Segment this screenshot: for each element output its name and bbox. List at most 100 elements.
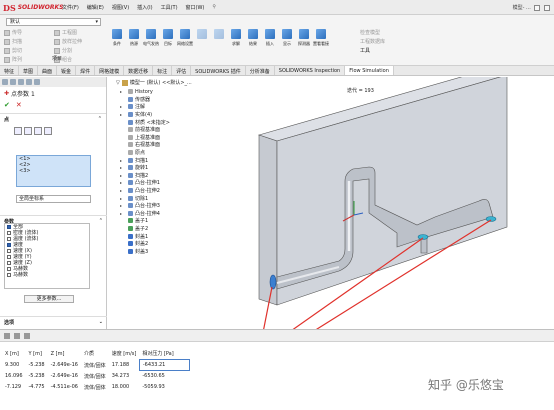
coordinate-system-field[interactable]: 全局坐标系 <box>16 195 91 203</box>
parameter-checkbox[interactable] <box>7 225 11 229</box>
results-button[interactable]: 结果 <box>246 29 260 46</box>
table-row[interactable]: -7.129 -4.775 -4.511e-06 流体/固体 18.000 -5059.9… <box>2 382 189 393</box>
tree-item[interactable]: 前视基准面 <box>120 126 236 134</box>
tab-6[interactable]: 数据迁移 <box>124 66 154 75</box>
column-header[interactable]: 介质 <box>81 348 109 360</box>
tree-item[interactable]: 封盖1 <box>120 232 236 240</box>
tree-item[interactable]: 原点 <box>120 149 236 157</box>
menu-view[interactable]: 视图(V) <box>110 3 131 12</box>
parameter-checkbox[interactable] <box>7 255 11 259</box>
table-row[interactable]: 9.300 -5.238 -2.649e-16 流体/固体 17.188 -6433.21 <box>2 359 190 371</box>
table-row[interactable]: 16.096 -5.238 -2.649e-16 流体/固体 34.273 -6530.6… <box>2 371 189 382</box>
tree-item[interactable]: ▸ 凸台-拉伸3 <box>120 202 236 210</box>
tab-0[interactable]: 特征 <box>0 66 20 75</box>
configuration-select[interactable]: 默认 ▾ <box>6 18 101 26</box>
project-menu[interactable]: 项目 <box>52 55 62 62</box>
menu-window[interactable]: 窗口(W) <box>184 3 207 12</box>
coordinate-tool-icon[interactable] <box>24 127 32 135</box>
parameter-item[interactable]: 马赫数 <box>5 272 89 278</box>
parameter-checkbox[interactable] <box>7 231 11 235</box>
tab-1[interactable]: 草图 <box>19 66 39 75</box>
search-icon[interactable] <box>534 4 541 11</box>
ribbon-item-5[interactable]: 分割 <box>54 47 104 54</box>
parameter-checkbox[interactable] <box>7 267 11 271</box>
export-icon[interactable] <box>4 333 10 339</box>
excel-icon[interactable] <box>24 333 30 339</box>
tree-item[interactable]: ▸ 注解 <box>120 103 236 111</box>
tab-3[interactable]: 钣金 <box>57 66 77 75</box>
feature-manager-icon[interactable] <box>2 79 8 85</box>
check-model-button[interactable]: 检查模型 <box>360 29 385 36</box>
display-button[interactable]: 显示 <box>280 29 294 46</box>
tree-item[interactable]: ▸ 凸台-拉伸1 <box>120 179 236 187</box>
mesh-settings-button[interactable]: 网络设置 <box>177 29 193 46</box>
parameter-checkbox[interactable] <box>7 243 11 247</box>
parameter-checkbox[interactable] <box>7 261 11 265</box>
tree-item[interactable]: 封盖3 <box>120 247 236 255</box>
parameter-checkbox[interactable] <box>7 273 11 277</box>
point-list[interactable]: <1> <2> <3> <box>16 155 91 187</box>
tree-item[interactable]: 盖子2 <box>120 225 236 233</box>
expand-arrow-icon[interactable]: ▸ <box>120 180 126 185</box>
electrical-heating-button[interactable]: 电气发热 <box>143 29 159 46</box>
tree-item[interactable]: 盖子1 <box>120 217 236 225</box>
heat-source-button[interactable]: 热源 <box>127 29 141 46</box>
menu-tools[interactable]: 工具(T) <box>159 3 180 12</box>
copy-icon[interactable] <box>14 333 20 339</box>
point-tool-icon[interactable] <box>14 127 22 135</box>
pin-icon[interactable]: ⚲ <box>210 3 218 12</box>
tab-8[interactable]: 评估 <box>172 66 192 75</box>
expand-arrow-icon[interactable]: ▸ <box>120 203 126 208</box>
pattern-tool-icon[interactable] <box>34 127 42 135</box>
ribbon-item-4[interactable]: 剪切 <box>4 47 54 54</box>
expand-arrow-icon[interactable]: ▸ <box>120 173 126 178</box>
menu-edit[interactable]: 编辑(E) <box>85 3 106 12</box>
column-header[interactable]: Z [m] <box>48 348 81 360</box>
more-parameters-button[interactable]: 更多参数... <box>24 295 74 303</box>
parameter-checkbox[interactable] <box>7 249 11 253</box>
solidworks-logo[interactable]: DS SOLIDWORKS <box>3 3 64 13</box>
display-manager-icon[interactable] <box>34 79 40 85</box>
ribbon-item-2[interactable]: 扫描 <box>4 38 54 45</box>
expand-arrow-icon[interactable]: ▸ <box>120 188 126 193</box>
tree-item[interactable]: ▸ 切除1 <box>120 194 236 202</box>
view-settings-button[interactable]: 置看看接 <box>313 29 329 46</box>
add-tool-icon[interactable] <box>44 127 52 135</box>
property-manager-icon[interactable] <box>10 79 16 85</box>
ok-button[interactable]: ✔ <box>4 101 10 109</box>
tree-item[interactable]: ▸ History <box>120 88 236 96</box>
tools-button[interactable]: 工具 <box>360 47 385 54</box>
tree-item[interactable]: 材质 <未指定> <box>120 118 236 126</box>
ribbon-item-0[interactable]: 传导 <box>4 29 54 36</box>
menu-file[interactable]: 文件(F) <box>60 3 81 12</box>
probe-button[interactable]: 探测器 <box>297 29 311 46</box>
tree-item[interactable]: ▸ 实体(4) <box>120 111 236 119</box>
ribbon-item-3[interactable]: 放样拉伸 <box>54 38 104 45</box>
help-icon[interactable] <box>544 4 550 11</box>
options-section-header[interactable]: 选项 ⌄ <box>0 316 107 328</box>
tree-item[interactable]: ▸ 扫描1 <box>120 156 236 164</box>
tree-item[interactable]: ▸ 旋转1 <box>120 164 236 172</box>
goals-button[interactable]: 目标 <box>161 29 175 46</box>
tree-item[interactable]: 封盖2 <box>120 240 236 248</box>
tab-2[interactable]: 曲面 <box>38 66 58 75</box>
tree-item[interactable]: 上视基准面 <box>120 134 236 142</box>
tab-4[interactable]: 焊件 <box>76 66 96 75</box>
menu-insert[interactable]: 插入(I) <box>135 3 154 12</box>
expand-arrow-icon[interactable]: ▸ <box>120 158 126 163</box>
tab-9[interactable]: SOLIDWORKS 插件 <box>191 66 246 75</box>
expand-arrow-icon[interactable]: ▸ <box>120 112 126 117</box>
ribbon-item-1[interactable]: 工程图 <box>54 29 104 36</box>
tree-item[interactable]: ▸ 凸台-拉伸4 <box>120 210 236 218</box>
tab-7[interactable]: 标注 <box>153 66 173 75</box>
ribbon-item-6[interactable]: 阵列 <box>4 56 54 63</box>
column-header[interactable]: X [m] <box>2 348 26 360</box>
solve-button[interactable]: 求解 <box>229 29 243 46</box>
tree-item[interactable]: ▸ 扫描2 <box>120 172 236 180</box>
expand-arrow-icon[interactable]: ▸ <box>120 211 126 216</box>
filter-icon[interactable]: ▽ <box>116 80 120 86</box>
parameter-checkbox[interactable] <box>7 237 11 241</box>
tree-item[interactable]: ▸ 凸台-拉伸2 <box>120 187 236 195</box>
tree-root[interactable]: ▽ 模型一 (默认) <<默认>_... <box>116 79 236 86</box>
column-header[interactable]: 速度 [m/s] <box>109 348 140 360</box>
